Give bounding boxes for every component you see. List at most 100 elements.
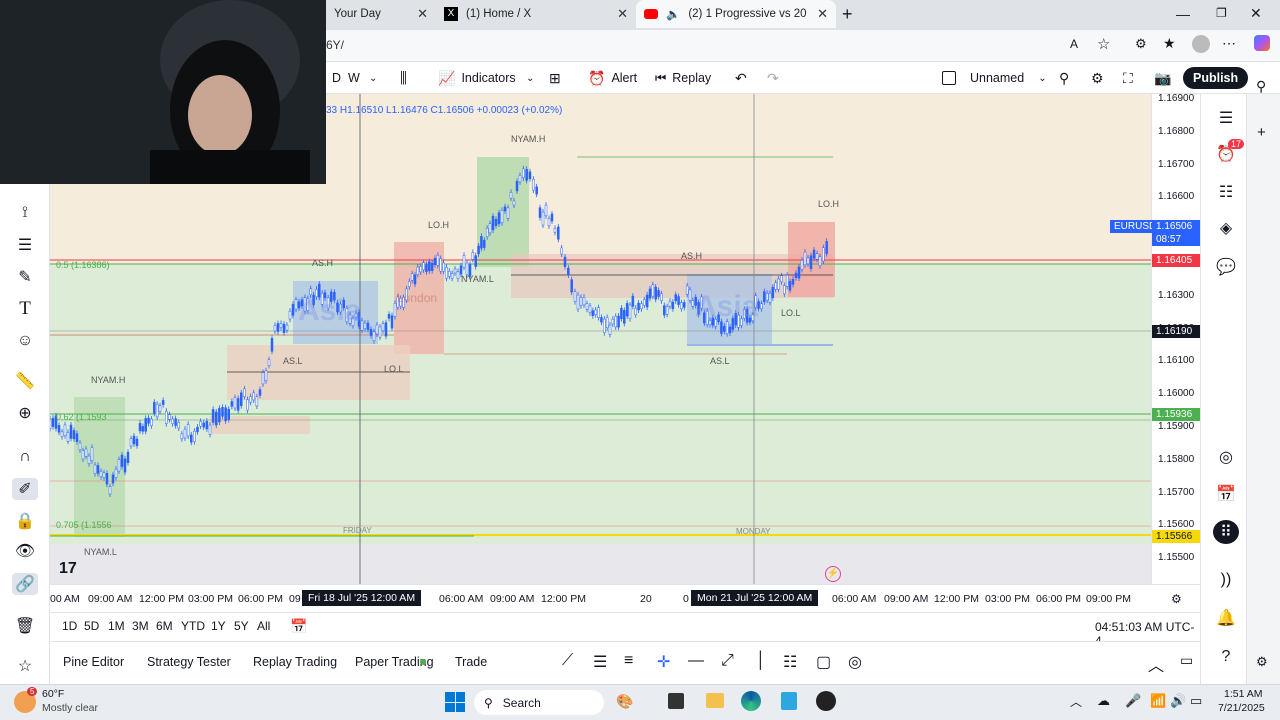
profile-avatar[interactable] — [1192, 35, 1210, 53]
layers-icon[interactable]: ◈ — [1213, 216, 1239, 240]
crosshair-icon[interactable]: ✛ — [657, 652, 670, 672]
chevron-up-icon[interactable]: ︿ — [1070, 693, 1082, 710]
lightning-icon[interactable]: ⚡ — [825, 566, 841, 582]
undo-icon[interactable]: ↶ — [735, 62, 747, 94]
favorites-star-icon[interactable]: ☆ — [12, 655, 38, 677]
replay-button[interactable]: ⏮ Replay — [655, 62, 711, 94]
browser-tab-your-day[interactable]: Your Day ✕ — [326, 0, 436, 28]
new-tab-plus-icon[interactable]: + — [842, 4, 853, 25]
target-icon[interactable]: ◎ — [1213, 445, 1239, 469]
terminal-icon[interactable] — [668, 693, 684, 709]
text-tool-icon[interactable]: T — [12, 298, 38, 320]
publish-button[interactable]: Publish — [1183, 62, 1249, 94]
bottom-tab-trade[interactable]: Trade — [455, 655, 487, 669]
gann-tool-icon[interactable]: ≡ — [624, 652, 633, 670]
layout-name-button[interactable]: Unnamed ⌄ — [942, 62, 1047, 94]
bottom-tab-replay-trading[interactable]: Replay Trading — [253, 655, 337, 669]
collapse-chevron-icon[interactable]: ︿ — [1148, 652, 1164, 676]
wifi-icon[interactable]: 📶 — [1150, 693, 1166, 709]
range-button-6m[interactable]: 6M — [156, 619, 173, 633]
settings-gear-icon[interactable]: ⚙ — [1091, 62, 1104, 94]
calendar-icon[interactable]: 📅 — [1213, 482, 1239, 506]
app-icon[interactable] — [816, 691, 836, 711]
eye-icon[interactable]: 👁 — [12, 540, 38, 562]
onedrive-icon[interactable]: ☁ — [1097, 693, 1110, 709]
windows-start-icon[interactable] — [445, 692, 465, 712]
settings-gear-icon[interactable]: ⚙ — [1256, 654, 1268, 670]
zoom-in-icon[interactable]: ⊕ — [12, 402, 38, 424]
range-button-1y[interactable]: 1Y — [211, 619, 226, 633]
taskbar-search[interactable]: ⚲ Search — [474, 690, 604, 715]
vertical-line-icon[interactable]: │ — [756, 652, 766, 670]
close-window-icon[interactable]: ✕ — [1250, 5, 1262, 22]
chevron-down-icon[interactable]: ⌄ — [526, 62, 534, 94]
browser-tab-x-home[interactable]: X (1) Home / X ✕ — [436, 0, 636, 28]
edge-browser-icon[interactable] — [741, 691, 761, 711]
maximize-panel-icon[interactable]: ▭ — [1180, 652, 1193, 669]
range-button-1d[interactable]: 1D — [62, 619, 77, 633]
chevron-down-icon[interactable]: ⌄ — [369, 62, 377, 94]
fib-tool-icon[interactable]: ☰ — [593, 652, 607, 672]
add-plus-icon[interactable]: + — [1257, 124, 1266, 141]
rectangle-icon[interactable]: ▢ — [816, 652, 831, 672]
range-button-ytd[interactable]: YTD — [181, 619, 205, 633]
bottom-tab-pine-editor[interactable]: Pine Editor — [63, 655, 124, 669]
data-window-icon[interactable]: ☷ — [1213, 180, 1239, 204]
watchlist-icon[interactable]: ☰ — [1213, 106, 1239, 130]
fullscreen-icon[interactable]: ⛶ — [1123, 62, 1133, 94]
fib-retracement-icon[interactable]: ☰ — [12, 234, 38, 256]
range-button-all[interactable]: All — [257, 619, 270, 633]
pitchfork-icon[interactable]: ⟟ — [12, 202, 38, 224]
stay-drawing-icon[interactable]: ✐ — [12, 478, 38, 500]
interval-d-button[interactable]: D — [332, 62, 341, 94]
emoji-icon[interactable]: ☺ — [12, 330, 38, 352]
maximize-icon[interactable]: ❐ — [1216, 6, 1227, 20]
magnet-icon[interactable]: ∩ — [12, 446, 38, 468]
templates-grid-icon[interactable]: ⊞ — [549, 62, 561, 94]
settings-gear-icon[interactable]: ⚙ — [1171, 592, 1182, 606]
bottom-tab-strategy-tester[interactable]: Strategy Tester — [147, 655, 231, 669]
close-icon[interactable]: ✕ — [817, 6, 828, 22]
favorite-star-icon[interactable]: ☆ — [1097, 35, 1110, 53]
close-icon[interactable]: ✕ — [617, 6, 628, 22]
signal-icon[interactable]: )) — [1213, 568, 1239, 592]
price-axis[interactable]: 1.169001.168001.167001.166001.165001.164… — [1110, 93, 1201, 584]
link-icon[interactable]: 🔗 — [12, 573, 38, 595]
url-field[interactable]: 6Y/ — [326, 38, 344, 52]
redo-icon[interactable]: ↷ — [767, 62, 779, 94]
browser-tab-youtube[interactable]: 🔈 (2) 1 Progressive vs 20 Far-R ✕ — [636, 0, 836, 28]
bell-icon[interactable]: 🔔 — [1213, 606, 1239, 630]
trash-icon[interactable]: 🗑 — [12, 615, 38, 637]
calendar-icon[interactable]: 📅 — [290, 618, 307, 635]
camera-snapshot-icon[interactable]: 📷 — [1154, 62, 1171, 94]
alert-button[interactable]: ⏰ Alert — [588, 62, 637, 94]
widgets-icon[interactable]: 🎨 — [616, 693, 633, 710]
circle-tool-icon[interactable]: ◎ — [848, 652, 862, 672]
lock-icon[interactable]: 🔒 — [12, 510, 38, 532]
ruler-icon[interactable]: 📏 — [12, 370, 38, 392]
speaker-icon[interactable]: 🔈 — [666, 7, 680, 21]
copilot-icon[interactable] — [1254, 35, 1270, 51]
read-aloud-icon[interactable]: A — [1070, 37, 1078, 51]
help-icon[interactable]: ? — [1213, 645, 1239, 669]
notepad-icon[interactable] — [781, 692, 797, 710]
range-button-5d[interactable]: 5D — [84, 619, 99, 633]
quick-search-icon[interactable]: ⚲ — [1059, 62, 1069, 94]
extensions-icon[interactable]: ⚙ — [1135, 36, 1147, 52]
favorites-icon[interactable]: ★ — [1163, 35, 1176, 52]
minimize-icon[interactable]: — — [1176, 6, 1190, 22]
parallel-channel-icon[interactable]: ☷ — [783, 652, 797, 672]
microphone-icon[interactable]: 🎤 — [1125, 693, 1141, 709]
file-explorer-icon[interactable] — [706, 693, 724, 708]
range-button-3m[interactable]: 3M — [132, 619, 149, 633]
horizontal-line-icon[interactable]: — — [688, 652, 704, 670]
battery-icon[interactable]: ▭ — [1190, 693, 1202, 709]
close-icon[interactable]: ✕ — [417, 6, 428, 22]
interval-w-button[interactable]: W — [348, 62, 360, 94]
indicators-button[interactable]: 📈 Indicators — [438, 62, 516, 94]
ray-icon[interactable]: ⤢ — [721, 652, 734, 670]
search-icon[interactable]: ⚲ — [1256, 78, 1266, 95]
candle-style-icon[interactable]: ⫼ — [400, 62, 407, 94]
time-axis[interactable]: 00 AM 09:00 AM 12:00 PM 03:00 PM 06:00 PM 09 0… — [50, 584, 1200, 612]
volume-icon[interactable]: 🔊 — [1170, 693, 1186, 709]
